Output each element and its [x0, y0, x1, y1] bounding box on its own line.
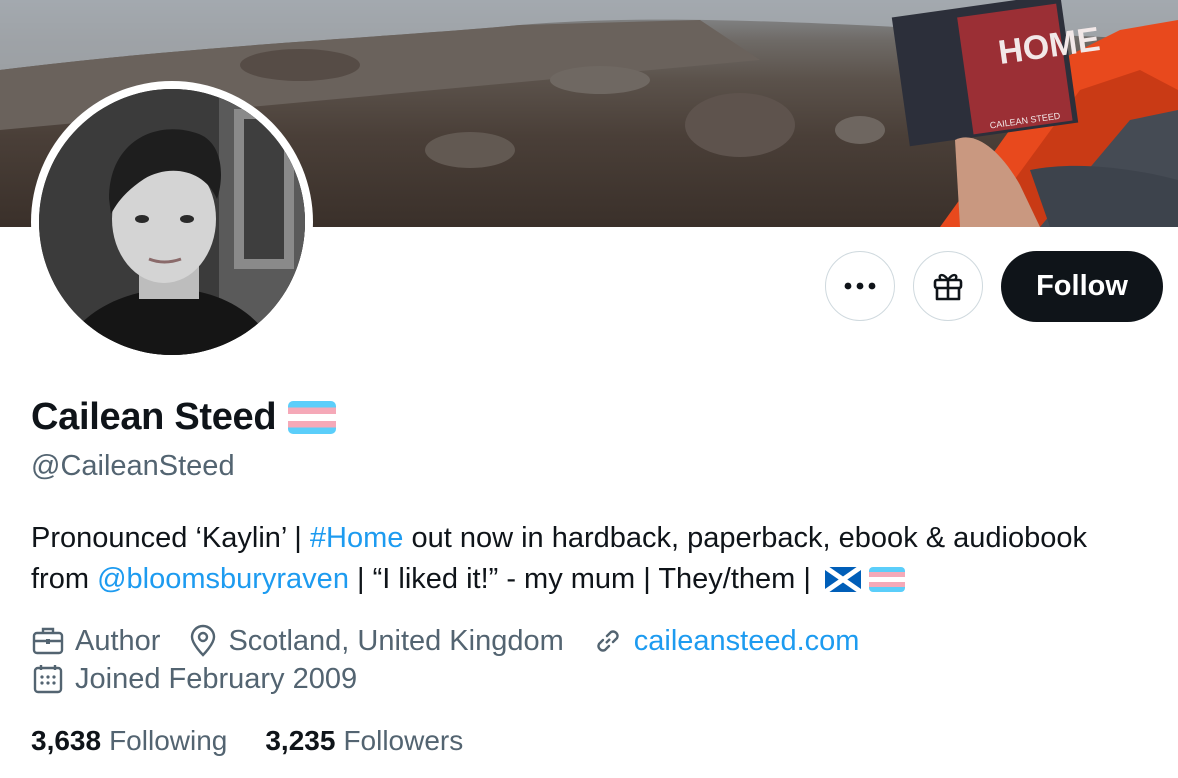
link-icon [597, 630, 619, 652]
calendar-icon [33, 665, 63, 694]
following-stat[interactable]: 3,638 Following [31, 725, 227, 757]
location: Scotland, United Kingdom [188, 624, 564, 658]
joined: Joined February 2009 [31, 662, 357, 696]
profile-name: Cailean Steed [31, 396, 277, 438]
hashtag-link[interactable]: #Home [310, 522, 404, 554]
followers-stat[interactable]: 3,235 Followers [265, 725, 463, 757]
profile-name-row: Cailean Steed [31, 396, 337, 439]
scotland-flag-icon [825, 567, 861, 592]
following-count: 3,638 [31, 725, 102, 756]
profile-meta-joined: Joined February 2009 [31, 662, 385, 696]
joined-text: Joined February 2009 [75, 662, 358, 695]
more-button[interactable] [825, 251, 895, 321]
gift-icon [933, 273, 963, 301]
bio-text: Pronounced ‘Kaylin’ | [31, 522, 310, 554]
avatar-photo [39, 89, 305, 355]
profile-stats: 3,638 Following 3,235 Followers [31, 725, 501, 757]
bio-text: | “I liked it!” - my mum | They/them | [348, 563, 819, 595]
transgender-flag-icon [869, 567, 905, 592]
website[interactable]: caileansteed.com [592, 625, 860, 658]
occupation: Author [31, 624, 160, 658]
profile-meta: Author Scotland, United Kingdom caileans… [31, 624, 887, 658]
followers-label: Followers [343, 725, 464, 756]
location-text: Scotland, United Kingdom [228, 624, 564, 657]
briefcase-icon [32, 627, 64, 655]
avatar[interactable] [39, 89, 305, 355]
location-pin-icon [191, 624, 216, 657]
occupation-text: Author [75, 624, 161, 657]
follow-button[interactable]: Follow [1001, 251, 1163, 322]
mention-link[interactable]: @bloomsburyraven [97, 563, 349, 595]
following-label: Following [109, 725, 228, 756]
profile-handle: @CaileanSteed [31, 450, 235, 482]
profile-bio: Pronounced ‘Kaylin’ | #Home out now in h… [31, 518, 1151, 600]
more-icon [844, 282, 876, 290]
gift-button[interactable] [913, 251, 983, 321]
followers-count: 3,235 [265, 725, 336, 756]
transgender-flag-icon [288, 401, 337, 434]
website-link[interactable]: caileansteed.com [634, 625, 860, 658]
